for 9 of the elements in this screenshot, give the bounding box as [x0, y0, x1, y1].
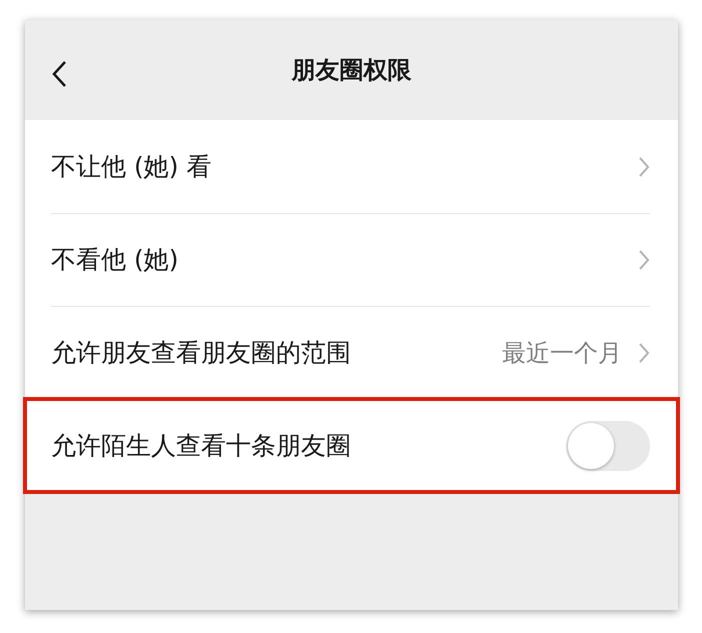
setting-label[interactable]: 允许朋友查看朋友圈的范围: [51, 334, 502, 372]
chevron-icon[interactable]: [638, 342, 650, 364]
toggle-switch[interactable]: [566, 421, 650, 471]
setting-value: 最近一个月: [502, 338, 622, 369]
setting-label[interactable]: 允许陌生人查看十条朋友圈: [51, 427, 566, 465]
chevron-icon[interactable]: [638, 249, 650, 271]
chevron-icon[interactable]: [638, 156, 650, 178]
back-icon[interactable]: [51, 60, 67, 88]
page-title: 朋友圈权限: [292, 56, 412, 84]
